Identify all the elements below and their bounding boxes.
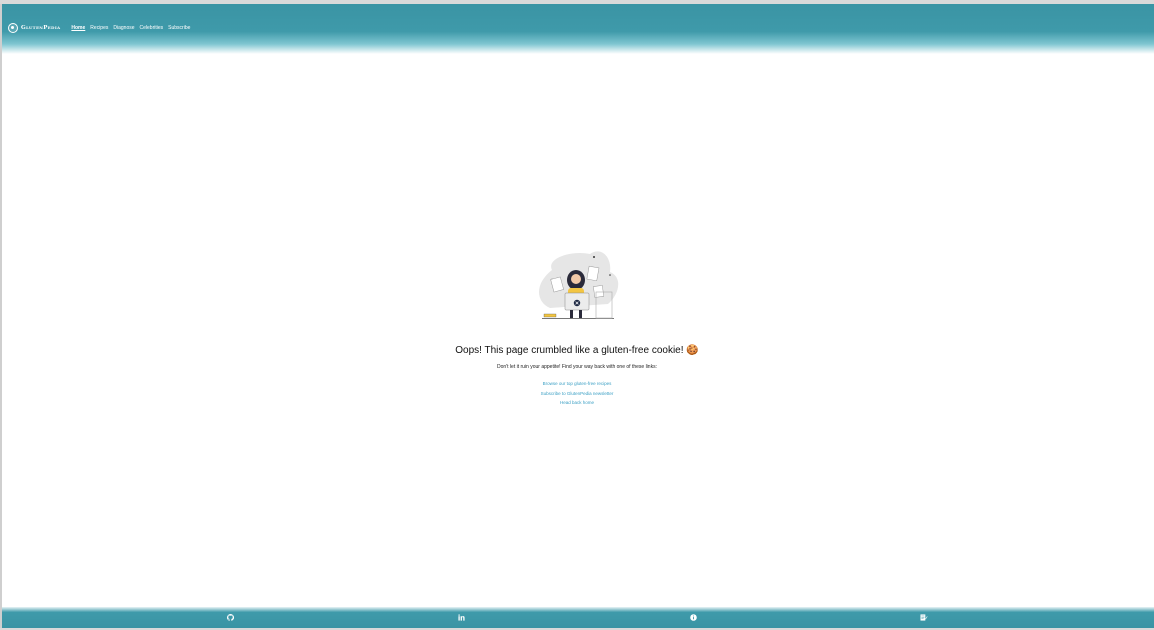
illustration-books (543, 313, 557, 318)
illustration-dot (609, 274, 611, 276)
window-left-edge (0, 4, 2, 630)
site-footer (2, 607, 1154, 628)
illustration-paper (586, 265, 600, 282)
page-title: Oops! This page crumbled like a gluten-f… (455, 345, 699, 356)
nav-home[interactable]: Home (71, 25, 85, 31)
site-logo[interactable]: GlutenPedia (8, 22, 61, 33)
illustration-leg (570, 310, 573, 318)
blog-icon[interactable] (920, 613, 928, 621)
illustration-face (571, 274, 581, 284)
link-subscribe-newsletter[interactable]: Subscribe to GlutenPedia newsletter (541, 391, 614, 397)
illustration-paper (593, 285, 605, 298)
logo-text: GlutenPedia (21, 24, 61, 31)
info-icon[interactable] (689, 613, 697, 621)
linkedin-icon[interactable] (457, 613, 465, 621)
nav-recipes[interactable]: Recipes (90, 25, 108, 31)
main-nav: Home Recipes Diagnose Celebrities Subscr… (71, 25, 190, 31)
recovery-links: Browse our top gluten-free recipes Subsc… (0, 381, 1154, 406)
link-browse-recipes[interactable]: Browse our top gluten-free recipes (543, 381, 612, 387)
page-subtitle: Don't let it ruin your appetite! Find yo… (497, 364, 657, 370)
nav-diagnose[interactable]: Diagnose (113, 25, 134, 31)
page: GlutenPedia Home Recipes Diagnose Celebr… (0, 0, 1154, 630)
error-illustration (539, 251, 619, 319)
nav-celebrities[interactable]: Celebrities (140, 25, 164, 31)
illustration-leg (579, 310, 582, 318)
github-icon[interactable] (226, 613, 234, 621)
link-head-home[interactable]: Head back home (560, 400, 594, 406)
logo-icon (8, 22, 18, 33)
nav-subscribe[interactable]: Subscribe (168, 25, 190, 31)
illustration-dot (593, 256, 595, 258)
site-header: GlutenPedia Home Recipes Diagnose Celebr… (2, 4, 1154, 54)
